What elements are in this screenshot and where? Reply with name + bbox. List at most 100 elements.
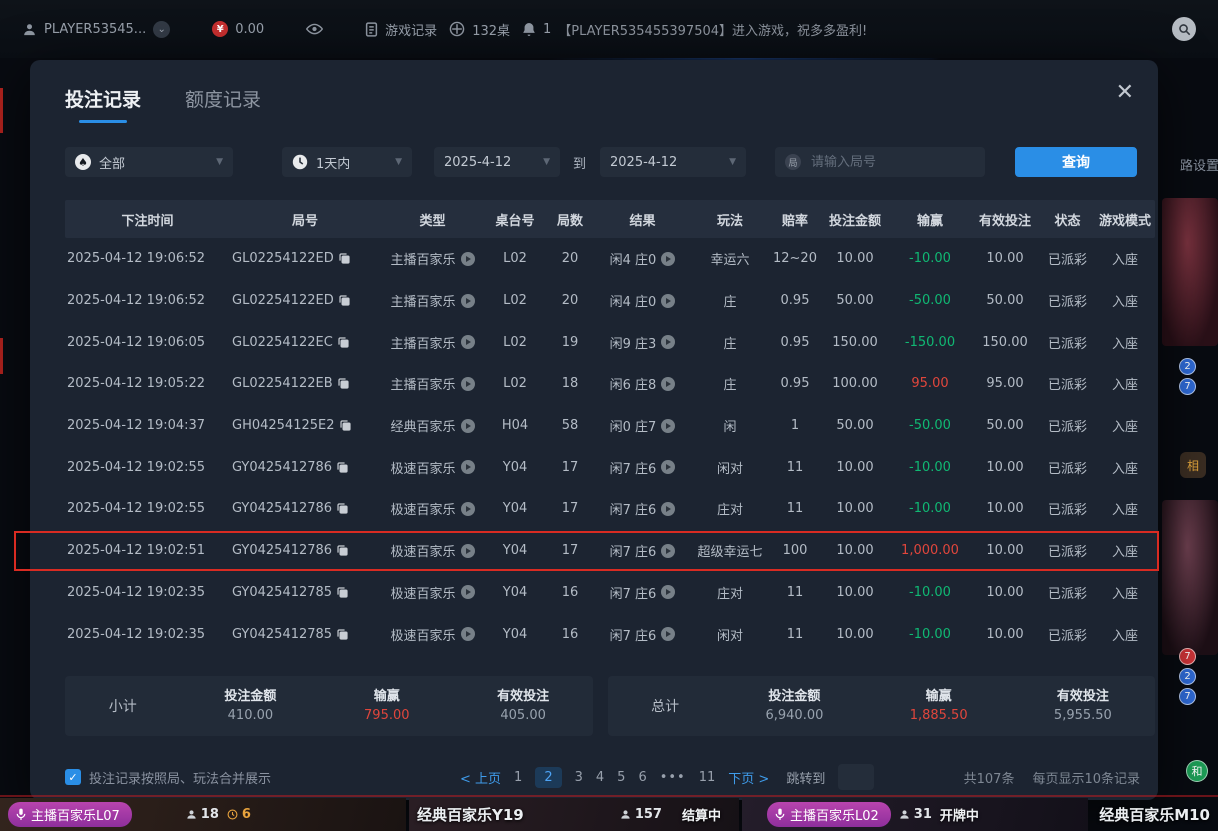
table-status: 开牌中 bbox=[940, 805, 979, 824]
nav-game-records[interactable]: 游戏记录 bbox=[365, 20, 437, 39]
copy-icon[interactable] bbox=[337, 503, 348, 514]
cell-bet-time: 2025-04-12 19:02:55 bbox=[65, 460, 230, 475]
cell-table-no: L02 bbox=[485, 376, 545, 391]
video-icon[interactable] bbox=[461, 585, 475, 599]
col-result: 结果 bbox=[595, 210, 690, 229]
date-to-picker[interactable]: 2025-4-12 ▼ bbox=[600, 147, 746, 177]
cell-bet-amount: 100.00 bbox=[820, 376, 890, 391]
video-icon[interactable] bbox=[461, 502, 475, 516]
result-detail-icon[interactable] bbox=[661, 502, 675, 516]
query-button[interactable]: 查询 bbox=[1015, 147, 1137, 177]
next-page-button[interactable]: 下页 > bbox=[728, 768, 769, 787]
toggle-balance-visibility[interactable] bbox=[306, 23, 323, 35]
page-number[interactable]: 4 bbox=[596, 770, 604, 785]
copy-icon[interactable] bbox=[339, 295, 350, 306]
copy-icon[interactable] bbox=[337, 462, 348, 473]
video-icon[interactable] bbox=[461, 419, 475, 433]
result-detail-icon[interactable] bbox=[661, 544, 675, 558]
cell-round-no: 16 bbox=[545, 627, 595, 642]
page-number[interactable]: 2 bbox=[535, 767, 561, 788]
game-type-dropdown[interactable]: ♠ 全部 ▼ bbox=[65, 147, 233, 177]
cell-result: 闲7 庄6 bbox=[595, 625, 690, 644]
balance-display[interactable]: ¥ 0.00 bbox=[212, 21, 264, 37]
copy-icon[interactable] bbox=[339, 253, 350, 264]
page-number[interactable]: 1 bbox=[514, 770, 522, 785]
page-number[interactable]: 3 bbox=[575, 770, 583, 785]
cell-bet-amount: 10.00 bbox=[820, 501, 890, 516]
copy-icon[interactable] bbox=[337, 629, 348, 640]
dealer-thumbnail[interactable] bbox=[1162, 198, 1218, 346]
result-detail-icon[interactable] bbox=[661, 585, 675, 599]
cell-round-id: GL02254122EC bbox=[230, 335, 380, 350]
tab-betting-records[interactable]: 投注记录 bbox=[65, 85, 141, 112]
video-icon[interactable] bbox=[461, 294, 475, 308]
video-icon[interactable] bbox=[461, 252, 475, 266]
live-table-tile[interactable]: 主播百家乐L07 主播百家乐L07 18 6 bbox=[0, 798, 406, 831]
result-detail-icon[interactable] bbox=[661, 377, 675, 391]
result-detail-icon[interactable] bbox=[661, 335, 675, 349]
screen: PLAYER53545... ⌄ ¥ 0.00 游戏记录 132桌 1 【PLA… bbox=[0, 0, 1218, 831]
table-name: 经典百家乐Y19 bbox=[417, 804, 524, 825]
copy-icon[interactable] bbox=[338, 378, 349, 389]
bell-icon[interactable] bbox=[522, 22, 536, 37]
result-detail-icon[interactable] bbox=[661, 252, 675, 266]
result-text: 闲7 庄6 bbox=[610, 499, 657, 518]
round-search-input[interactable] bbox=[809, 154, 949, 171]
cell-result: 闲4 庄0 bbox=[595, 249, 690, 268]
page-number[interactable]: 6 bbox=[638, 770, 646, 785]
eye-icon bbox=[306, 23, 323, 35]
modal-footer: ✓ 投注记录按照局、玩法合并展示 < 上页 123456•••11 下页 > 跳… bbox=[65, 762, 1140, 792]
close-icon[interactable]: ✕ bbox=[1116, 82, 1134, 104]
round-search-box[interactable]: 局 bbox=[775, 147, 985, 177]
result-detail-icon[interactable] bbox=[661, 460, 675, 474]
live-table-tile[interactable]: 经典百家乐M10 经典百家乐M10 bbox=[1091, 798, 1218, 831]
cell-bet-amount: 150.00 bbox=[820, 335, 890, 350]
clock-icon bbox=[227, 809, 238, 820]
score-badges-bottom: 727 bbox=[1179, 648, 1196, 705]
copy-icon[interactable] bbox=[340, 420, 351, 431]
nav-tables-label: 132桌 bbox=[472, 20, 510, 39]
video-icon[interactable] bbox=[461, 627, 475, 641]
page-number[interactable]: ••• bbox=[660, 770, 686, 785]
result-detail-icon[interactable] bbox=[661, 294, 675, 308]
page-number[interactable]: 11 bbox=[699, 770, 716, 785]
cell-valid-bet: 95.00 bbox=[970, 376, 1040, 391]
road-settings-label[interactable]: 路设置 bbox=[1180, 155, 1218, 174]
date-from-picker[interactable]: 2025-4-12 ▼ bbox=[434, 147, 560, 177]
cell-game-mode: 入座 bbox=[1095, 541, 1155, 560]
cell-result: 闲6 庄8 bbox=[595, 374, 690, 393]
search-button[interactable] bbox=[1172, 17, 1196, 41]
jump-page-input[interactable] bbox=[838, 764, 874, 790]
nav-tables[interactable]: 132桌 bbox=[449, 20, 510, 39]
bell-count: 1 bbox=[543, 22, 551, 37]
copy-icon[interactable] bbox=[337, 587, 348, 598]
merge-checkbox[interactable]: ✓ bbox=[65, 769, 81, 785]
copy-icon[interactable] bbox=[338, 337, 349, 348]
date-from-value: 2025-4-12 bbox=[444, 155, 511, 170]
result-detail-icon[interactable] bbox=[661, 627, 675, 641]
video-icon[interactable] bbox=[461, 335, 475, 349]
page-number[interactable]: 5 bbox=[617, 770, 625, 785]
copy-icon[interactable] bbox=[337, 545, 348, 556]
cell-status: 已派彩 bbox=[1040, 458, 1095, 477]
viewer-count: 157 bbox=[620, 807, 662, 822]
chevron-down-icon[interactable]: ⌄ bbox=[153, 21, 170, 38]
video-icon[interactable] bbox=[461, 377, 475, 391]
cell-result: 闲7 庄6 bbox=[595, 458, 690, 477]
result-detail-icon[interactable] bbox=[661, 419, 675, 433]
tab-quota-records[interactable]: 额度记录 bbox=[185, 85, 261, 112]
video-icon[interactable] bbox=[461, 460, 475, 474]
dealer-thumbnail[interactable] bbox=[1162, 500, 1218, 655]
cell-odds: 11 bbox=[770, 627, 820, 642]
player-account[interactable]: PLAYER53545... ⌄ bbox=[22, 21, 170, 38]
tool-icon[interactable]: 相 bbox=[1180, 452, 1206, 478]
balance-value: 0.00 bbox=[235, 22, 264, 37]
game-type-text: 极速百家乐 bbox=[390, 541, 455, 560]
col-status: 状态 bbox=[1040, 210, 1095, 229]
live-table-tile[interactable]: 经典百家乐Y19 经典百家乐Y19 157 结算中 bbox=[409, 798, 739, 831]
video-icon[interactable] bbox=[461, 544, 475, 558]
time-range-dropdown[interactable]: 1天内 ▼ bbox=[282, 147, 412, 177]
prev-page-button[interactable]: < 上页 bbox=[460, 768, 501, 787]
live-table-tile[interactable]: 主播百家乐L02 主播百家乐L02 31 开牌中 bbox=[742, 798, 1088, 831]
top-bar: PLAYER53545... ⌄ ¥ 0.00 游戏记录 132桌 1 【PLA… bbox=[0, 0, 1218, 58]
